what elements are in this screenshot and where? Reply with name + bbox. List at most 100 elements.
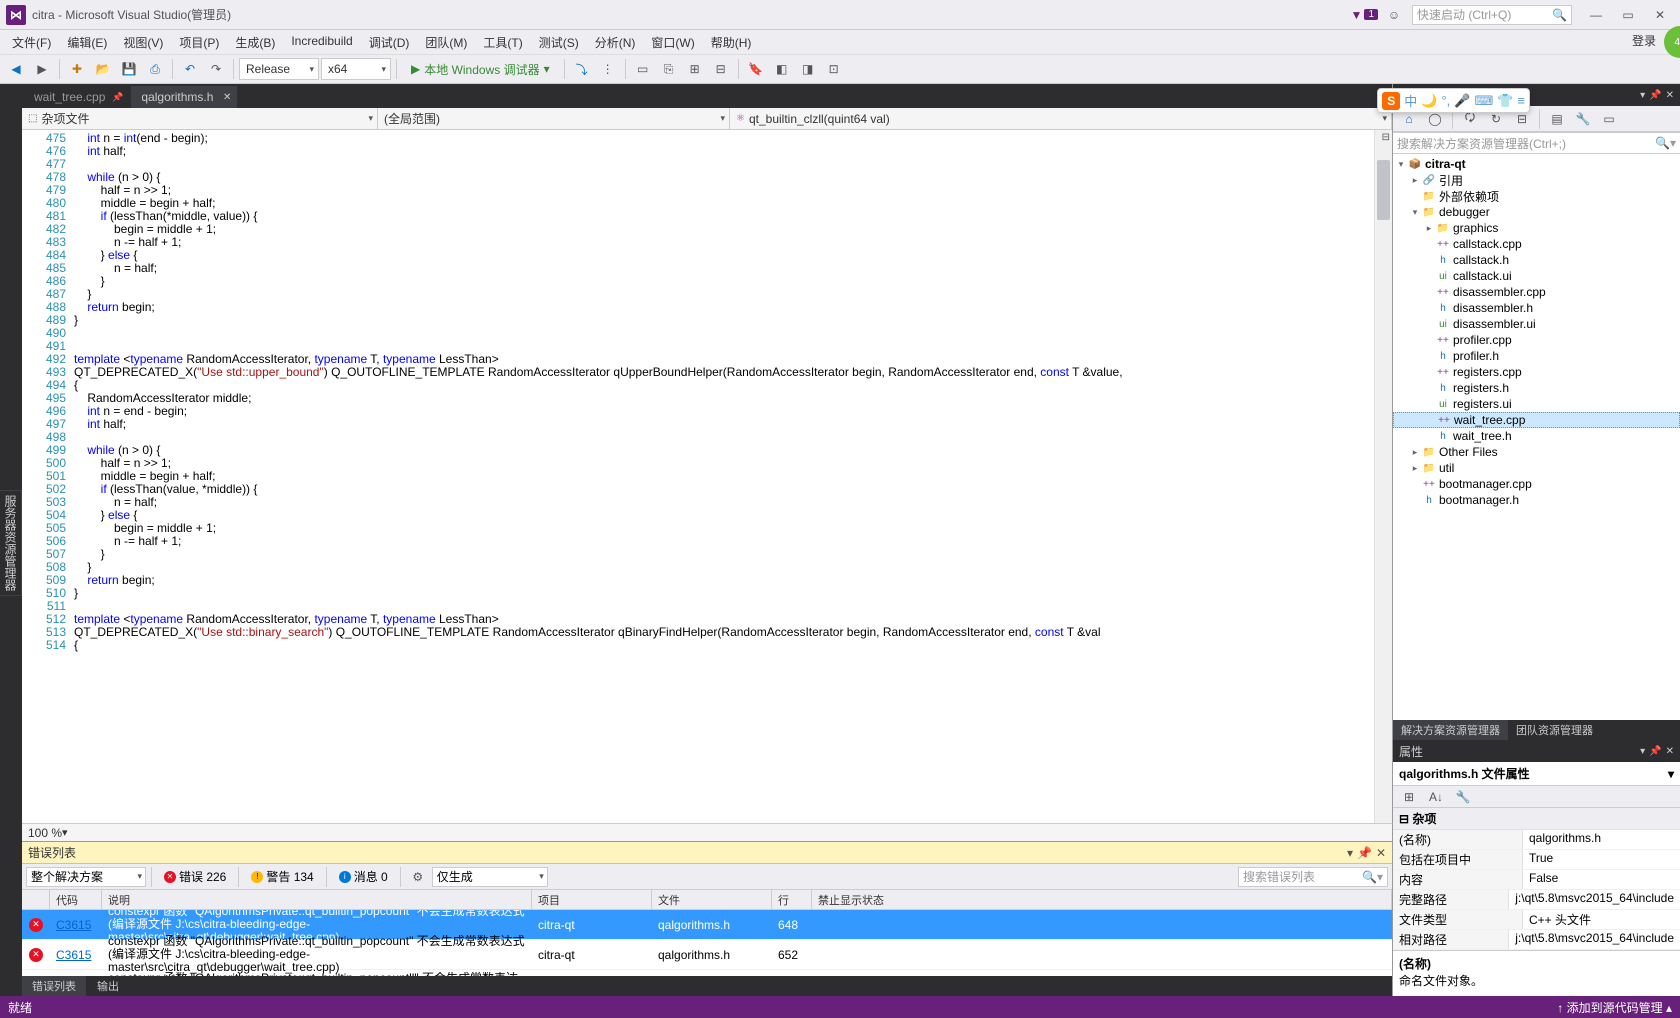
- solution-search-input[interactable]: 搜索解决方案资源管理器(Ctrl+;)🔍▾: [1393, 132, 1680, 154]
- dropdown-icon[interactable]: ▾: [1640, 746, 1645, 757]
- tree-item[interactable]: 📁外部依赖项: [1393, 188, 1680, 204]
- ime-skin-icon[interactable]: 👕: [1497, 93, 1513, 109]
- properties-category[interactable]: ⊟ 杂项: [1393, 808, 1680, 830]
- menu-item[interactable]: 分析(N): [587, 32, 644, 53]
- col-line[interactable]: 行: [772, 890, 812, 909]
- tree-item[interactable]: ++registers.cpp: [1393, 364, 1680, 380]
- menu-item[interactable]: 窗口(W): [643, 32, 702, 53]
- tree-item[interactable]: ▸📁Other Files: [1393, 444, 1680, 460]
- property-row[interactable]: (名称)qalgorithms.h: [1393, 830, 1680, 850]
- tb-icon-7[interactable]: ⊡: [822, 57, 846, 81]
- ime-mic-icon[interactable]: 🎤: [1454, 93, 1470, 109]
- tb-icon-3[interactable]: ⊞: [683, 57, 707, 81]
- tab-team-explorer[interactable]: 团队资源管理器: [1508, 720, 1601, 740]
- server-explorer-tab[interactable]: 服务器资源管理器: [0, 490, 22, 596]
- warnings-filter[interactable]: !警告 134: [244, 867, 320, 887]
- editor-zoom[interactable]: 100 % ▾: [22, 823, 1392, 841]
- dropdown-icon[interactable]: ▾: [1640, 90, 1645, 101]
- menu-item[interactable]: 帮助(H): [703, 32, 760, 53]
- categorize-icon[interactable]: ⊞: [1397, 785, 1421, 809]
- menu-item[interactable]: 测试(S): [531, 32, 587, 53]
- dropdown-icon[interactable]: ▾: [1347, 846, 1353, 860]
- messages-filter[interactable]: i消息 0: [332, 867, 395, 887]
- tree-item[interactable]: ▾📦citra-qt: [1393, 156, 1680, 172]
- user-avatar[interactable]: 46: [1664, 26, 1680, 58]
- tree-item[interactable]: hprofiler.h: [1393, 348, 1680, 364]
- tree-item[interactable]: hdisassembler.h: [1393, 300, 1680, 316]
- platform-dropdown[interactable]: x64: [321, 58, 391, 80]
- errors-filter[interactable]: ✕错误 226: [157, 867, 233, 887]
- nav-scope-dropdown[interactable]: ⬚杂项文件: [22, 108, 378, 129]
- menu-item[interactable]: Incredibuild: [283, 32, 360, 53]
- pin-icon[interactable]: 📌: [1357, 846, 1372, 860]
- tree-item[interactable]: ▾📁debugger: [1393, 204, 1680, 220]
- tree-item[interactable]: uicallstack.ui: [1393, 268, 1680, 284]
- quick-launch-input[interactable]: 快速启动 (Ctrl+Q)🔍: [1412, 5, 1572, 25]
- ime-logo-icon[interactable]: S: [1382, 92, 1400, 110]
- col-desc[interactable]: 说明: [102, 890, 532, 909]
- vertical-scrollbar[interactable]: ⊟: [1374, 130, 1392, 823]
- config-dropdown[interactable]: Release: [239, 58, 319, 80]
- pin-icon[interactable]: 📌: [1649, 90, 1661, 101]
- tree-item[interactable]: ++wait_tree.cpp: [1393, 412, 1680, 428]
- solution-tree[interactable]: ▾📦citra-qt▸🔗引用📁外部依赖项▾📁debugger▸📁graphics…: [1393, 154, 1680, 720]
- properties-title[interactable]: 属性▾📌✕: [1393, 740, 1680, 762]
- ime-toolbar[interactable]: S 中 🌙 °, 🎤 ⌨ 👕 ≡: [1377, 88, 1530, 113]
- step-icon[interactable]: ⤵: [570, 57, 594, 81]
- sign-in-link[interactable]: 登录: [1632, 32, 1656, 49]
- tb-icon-2[interactable]: ⎘: [657, 57, 681, 81]
- source-control-link[interactable]: ↑ 添加到源代码管理 ▴: [1557, 999, 1672, 1016]
- tree-item[interactable]: ++callstack.cpp: [1393, 236, 1680, 252]
- tree-item[interactable]: ▸📁util: [1393, 460, 1680, 476]
- error-list-title[interactable]: 错误列表 ▾📌✕: [22, 842, 1392, 864]
- menu-item[interactable]: 调试(D): [361, 32, 418, 53]
- ime-punct-icon[interactable]: °,: [1441, 93, 1450, 108]
- properties-icon[interactable]: 🔧: [1571, 107, 1595, 131]
- tab-error-list[interactable]: 错误列表: [22, 976, 86, 996]
- tree-item[interactable]: ++disassembler.cpp: [1393, 284, 1680, 300]
- filter-icon[interactable]: ⚙: [406, 865, 430, 889]
- open-icon[interactable]: 📂: [91, 57, 115, 81]
- ime-menu-icon[interactable]: ≡: [1517, 93, 1525, 108]
- tab-solution-explorer[interactable]: 解决方案资源管理器: [1393, 720, 1508, 740]
- pin-icon[interactable]: 📌: [1649, 746, 1661, 757]
- close-icon[interactable]: ✕: [1666, 90, 1674, 101]
- tree-item[interactable]: hwait_tree.h: [1393, 428, 1680, 444]
- menu-item[interactable]: 文件(F): [4, 32, 59, 53]
- new-project-icon[interactable]: ✚: [65, 57, 89, 81]
- nav-type-dropdown[interactable]: (全局范围): [378, 108, 730, 129]
- wrench-icon[interactable]: 🔧: [1451, 785, 1475, 809]
- preview-icon[interactable]: ▭: [1597, 107, 1621, 131]
- tree-item[interactable]: ++bootmanager.cpp: [1393, 476, 1680, 492]
- col-suppress[interactable]: 禁止显示状态: [812, 890, 1392, 909]
- tree-item[interactable]: uiregisters.ui: [1393, 396, 1680, 412]
- tb-icon-6[interactable]: ◨: [796, 57, 820, 81]
- feedback-icon[interactable]: ☺: [1382, 3, 1406, 27]
- editor-tab[interactable]: qalgorithms.h✕: [131, 86, 237, 108]
- build-filter-dropdown[interactable]: 仅生成: [432, 867, 548, 887]
- property-row[interactable]: 完整路径j:\qt\5.8\msvc2015_64\include: [1393, 890, 1680, 910]
- menu-item[interactable]: 项目(P): [171, 32, 227, 53]
- minimize-button[interactable]: —: [1582, 5, 1610, 25]
- bookmark-icon[interactable]: 🔖: [744, 57, 768, 81]
- i-icon[interactable]: ⋮: [596, 57, 620, 81]
- property-row[interactable]: 文件类型C++ 头文件: [1393, 910, 1680, 930]
- menu-item[interactable]: 视图(V): [115, 32, 171, 53]
- tb-icon-5[interactable]: ◧: [770, 57, 794, 81]
- error-search-input[interactable]: 搜索错误列表🔍▾: [1238, 867, 1388, 887]
- tree-item[interactable]: hregisters.h: [1393, 380, 1680, 396]
- scope-dropdown[interactable]: 整个解决方案: [26, 867, 146, 887]
- tb-icon-1[interactable]: ▭: [631, 57, 655, 81]
- nav-member-dropdown[interactable]: ⚛qt_builtin_clzll(quint64 val): [730, 108, 1392, 129]
- alpha-icon[interactable]: A↓: [1424, 785, 1448, 809]
- tree-item[interactable]: hcallstack.h: [1393, 252, 1680, 268]
- close-button[interactable]: ✕: [1646, 5, 1674, 25]
- col-file[interactable]: 文件: [652, 890, 772, 909]
- tree-item[interactable]: uidisassembler.ui: [1393, 316, 1680, 332]
- tree-item[interactable]: ▸📁graphics: [1393, 220, 1680, 236]
- menu-item[interactable]: 生成(B): [227, 32, 283, 53]
- menu-item[interactable]: 编辑(E): [59, 32, 115, 53]
- editor-tab[interactable]: wait_tree.cpp📌: [24, 86, 129, 108]
- show-all-icon[interactable]: ▤: [1545, 107, 1569, 131]
- tree-item[interactable]: ▸🔗引用: [1393, 172, 1680, 188]
